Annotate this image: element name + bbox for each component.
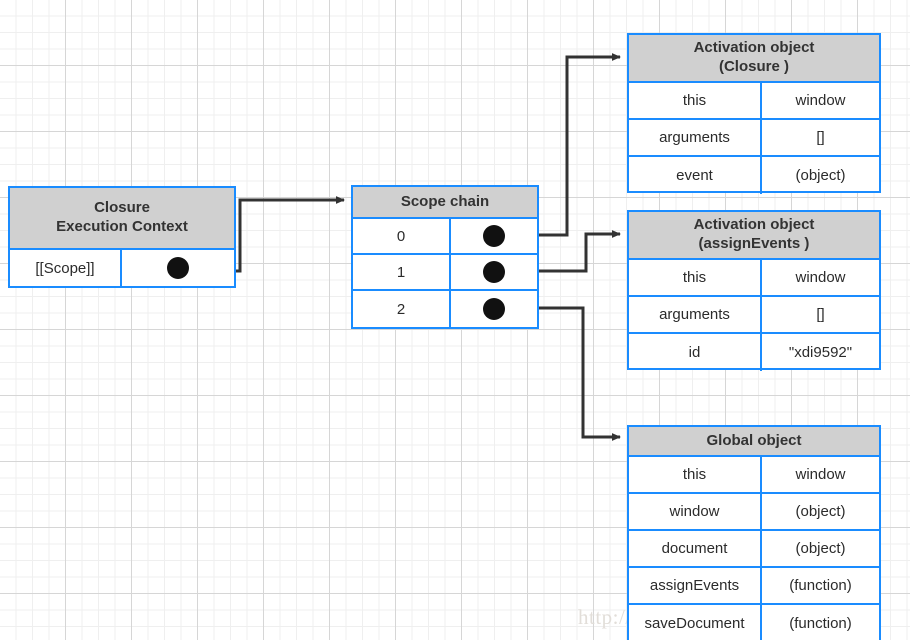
- scope-chain-header: Scope chain: [353, 187, 537, 219]
- table-row: id "xdi9592": [629, 334, 879, 371]
- diagram-canvas: http://blog.csdn.net/qq_21026333 Closure…: [0, 0, 910, 640]
- global-object-key-4: saveDocument: [629, 605, 762, 640]
- closure-execution-context-header-line2: Execution Context: [56, 218, 188, 235]
- scope-chain-box: Scope chain 0 1 2: [351, 185, 539, 329]
- table-row: arguments []: [629, 297, 879, 334]
- global-object-key-1: window: [629, 494, 762, 529]
- closure-execution-context-box: Closure Execution Context [[Scope]]: [8, 186, 236, 288]
- global-object-key-2: document: [629, 531, 762, 566]
- activation-assignevents-value-1: []: [816, 306, 825, 323]
- global-object-value-2: (object): [795, 540, 846, 557]
- activation-closure-key-2: event: [629, 157, 762, 194]
- global-object-value-3: (function): [789, 577, 852, 594]
- activation-assignevents-key-0: this: [629, 260, 762, 295]
- activation-closure-value-0: window: [795, 92, 846, 109]
- pointer-dot-icon: [167, 257, 189, 279]
- activation-object-closure-header: Activation object (Closure ): [629, 35, 879, 83]
- table-row: this window: [629, 260, 879, 297]
- table-row: 1: [353, 255, 537, 291]
- activation-assignevents-key-2: id: [629, 334, 762, 371]
- activation-assignevents-value-0: window: [795, 269, 846, 286]
- global-object-key-0: this: [629, 457, 762, 492]
- scope-chain-pointer-2: [451, 291, 537, 327]
- activation-closure-value-2: (object): [795, 167, 846, 184]
- activation-closure-header-line2: (Closure ): [718, 58, 789, 75]
- pointer-dot-icon: [483, 298, 505, 320]
- scope-chain-pointer-1: [451, 255, 537, 289]
- global-object-value-0: window: [795, 466, 846, 483]
- activation-object-assignevents-box: Activation object (assignEvents ) this w…: [627, 210, 881, 371]
- scope-chain-pointer-0: [451, 219, 537, 253]
- closure-execution-context-header-line1: Closure: [94, 199, 150, 217]
- table-row: 2: [353, 291, 537, 327]
- closure-execution-context-header: Closure Execution Context: [10, 188, 234, 250]
- global-object-box: Global object this window window (object…: [627, 425, 881, 640]
- activation-object-closure-box: Activation object (Closure ) this window…: [627, 33, 881, 194]
- global-object-value-4: (function): [789, 615, 852, 632]
- activation-assignevents-key-1: arguments: [629, 297, 762, 332]
- activation-assignevents-header-line1: Activation object: [693, 216, 815, 234]
- table-row: window (object): [629, 494, 879, 531]
- activation-closure-header-line1: Activation object: [693, 39, 815, 57]
- table-row: this window: [629, 457, 879, 494]
- table-row: 0: [353, 219, 537, 255]
- table-row: arguments []: [629, 120, 879, 157]
- scope-chain-index-1: 1: [353, 255, 451, 289]
- scope-chain-index-2: 2: [353, 291, 451, 327]
- global-object-key-3: assignEvents: [629, 568, 762, 603]
- global-object-value-1: (object): [795, 503, 846, 520]
- table-row: event (object): [629, 157, 879, 194]
- pointer-dot-icon: [483, 261, 505, 283]
- activation-object-assignevents-header: Activation object (assignEvents ): [629, 212, 879, 260]
- global-object-header: Global object: [629, 427, 879, 457]
- activation-closure-key-1: arguments: [629, 120, 762, 155]
- closure-context-value-scope: [122, 250, 234, 286]
- table-row: saveDocument (function): [629, 605, 879, 640]
- closure-context-key-scope: [[Scope]]: [10, 250, 122, 286]
- pointer-dot-icon: [483, 225, 505, 247]
- table-row: document (object): [629, 531, 879, 568]
- table-row: assignEvents (function): [629, 568, 879, 605]
- activation-closure-key-0: this: [629, 83, 762, 118]
- activation-assignevents-header-line2: (assignEvents ): [698, 235, 810, 252]
- activation-assignevents-value-2: "xdi9592": [788, 344, 853, 361]
- activation-closure-value-1: []: [816, 129, 825, 146]
- scope-chain-index-0: 0: [353, 219, 451, 253]
- table-row: this window: [629, 83, 879, 120]
- table-row: [[Scope]]: [10, 250, 234, 286]
